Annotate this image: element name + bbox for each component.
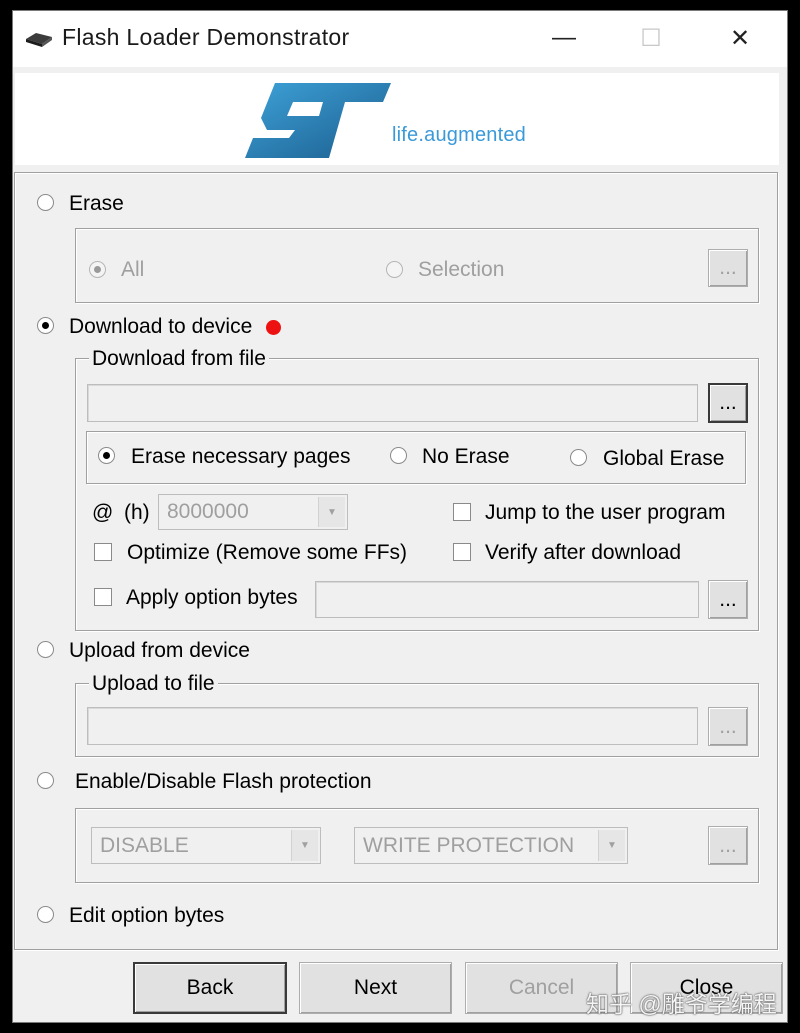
jump-label: Jump to the user program bbox=[485, 501, 726, 524]
erase-all-label: All bbox=[121, 258, 145, 281]
protection-type-value: WRITE PROTECTION bbox=[363, 833, 575, 857]
download-from-file-legend: Download from file bbox=[89, 347, 269, 371]
protection-mode-value: DISABLE bbox=[100, 833, 189, 857]
hex-label: (h) bbox=[124, 501, 150, 524]
upload-browse-button: ... bbox=[708, 707, 748, 746]
protection-label: Enable/Disable Flash protection bbox=[75, 770, 372, 793]
erase-radio[interactable] bbox=[37, 194, 54, 211]
protection-browse-button: ... bbox=[708, 826, 748, 865]
download-file-input bbox=[87, 384, 698, 422]
watermark-text: 知乎 @雕爷学编程 bbox=[586, 991, 777, 1017]
address-combo: 8000000 ▼ bbox=[158, 494, 348, 530]
chevron-down-icon: ▼ bbox=[598, 830, 625, 861]
optimize-label: Optimize (Remove some FFs) bbox=[127, 541, 408, 564]
jump-checkbox[interactable] bbox=[453, 503, 471, 521]
erase-necessary-radio[interactable] bbox=[98, 447, 115, 464]
erase-all-radio bbox=[89, 261, 106, 278]
apply-option-label: Apply option bytes bbox=[126, 586, 298, 609]
optimize-checkbox[interactable] bbox=[94, 543, 112, 561]
global-erase-radio[interactable] bbox=[570, 449, 587, 466]
window-title: Flash Loader Demonstrator bbox=[62, 24, 350, 50]
chevron-down-icon: ▼ bbox=[291, 830, 318, 861]
protection-mode-combo: DISABLE ▼ bbox=[91, 827, 321, 864]
erase-selection-label: Selection bbox=[418, 258, 505, 281]
erase-necessary-label: Erase necessary pages bbox=[131, 445, 351, 468]
no-erase-label: No Erase bbox=[422, 445, 510, 468]
verify-label: Verify after download bbox=[485, 541, 682, 564]
erase-options-group bbox=[75, 228, 759, 303]
minimize-button[interactable]: — bbox=[543, 18, 585, 58]
verify-checkbox[interactable] bbox=[453, 543, 471, 561]
download-browse-button[interactable]: ... bbox=[708, 383, 748, 423]
download-radio[interactable] bbox=[37, 317, 54, 334]
erase-selection-browse-button: ... bbox=[708, 249, 748, 287]
banner-tagline: life.augmented bbox=[392, 124, 527, 146]
upload-to-file-legend: Upload to file bbox=[89, 672, 218, 696]
edit-option-radio[interactable] bbox=[37, 906, 54, 923]
edit-option-label: Edit option bytes bbox=[69, 904, 225, 927]
erase-selection-radio bbox=[386, 261, 403, 278]
close-window-button[interactable]: ✕ bbox=[719, 18, 761, 58]
maximize-button: ☐ bbox=[640, 24, 662, 52]
back-button[interactable]: Back bbox=[133, 962, 287, 1014]
option-bytes-browse-button[interactable]: ... bbox=[708, 580, 748, 619]
apply-option-checkbox[interactable] bbox=[94, 588, 112, 606]
global-erase-label: Global Erase bbox=[603, 447, 725, 470]
option-bytes-file-input bbox=[315, 581, 699, 618]
chip-icon bbox=[22, 29, 54, 49]
chevron-down-icon: ▼ bbox=[318, 497, 345, 527]
erase-label: Erase bbox=[69, 192, 124, 215]
next-button[interactable]: Next bbox=[299, 962, 452, 1014]
logo-banner bbox=[15, 73, 779, 165]
address-value: 8000000 bbox=[167, 500, 249, 523]
protection-radio[interactable] bbox=[37, 772, 54, 789]
upload-radio[interactable] bbox=[37, 641, 54, 658]
red-marker-icon bbox=[266, 320, 281, 335]
protection-type-combo: WRITE PROTECTION ▼ bbox=[354, 827, 628, 864]
no-erase-radio[interactable] bbox=[390, 447, 407, 464]
upload-file-input bbox=[87, 707, 698, 745]
upload-label: Upload from device bbox=[69, 639, 250, 662]
at-label: @ bbox=[92, 501, 114, 524]
st-logo-icon bbox=[245, 80, 393, 162]
download-label: Download to device bbox=[69, 315, 253, 338]
